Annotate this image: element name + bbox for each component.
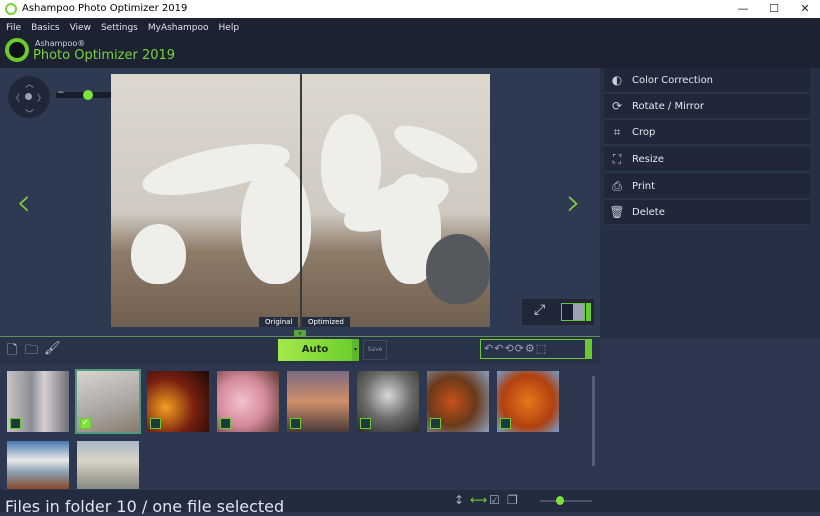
menu-bar: File Basics View Settings MyAshampoo Help [0, 18, 820, 38]
brand-company: Ashampoo® [35, 39, 86, 48]
thumbnail-landscape-sky[interactable] [7, 441, 69, 489]
original-label: Original [259, 317, 299, 327]
crop-icon: ⌗ [613, 124, 621, 139]
tools-panel: ◐ Color Correction ⟳ Rotate / Mirror ⌗ Crop… [600, 68, 820, 338]
crop-button[interactable]: ⌗ Crop [604, 120, 810, 145]
thumbnail-checkbox[interactable] [220, 418, 231, 429]
maximize-button[interactable]: ☐ [764, 2, 784, 16]
save-button[interactable]: Save [363, 340, 387, 360]
resize-button[interactable]: ⛶ Resize [604, 147, 810, 172]
horizontal-layout-icon[interactable]: ⟷ [470, 493, 487, 507]
thumbnail-skyscrapers[interactable] [7, 371, 69, 432]
thumbnail-seagulls[interactable]: ✓ [75, 369, 141, 434]
delete-icon: 🗑 [609, 205, 625, 219]
window-title: Ashampoo Photo Optimizer 2019 [22, 3, 188, 14]
rotate-icon: ⟳ [611, 99, 623, 113]
vertical-layout-icon[interactable]: ↕ [454, 493, 464, 507]
rotate-right-icon[interactable]: ⟳ [515, 342, 525, 355]
zoom-out-icon[interactable]: − [57, 88, 65, 98]
menu-view[interactable]: View [70, 23, 91, 33]
thumbnail-checkbox[interactable] [360, 418, 371, 429]
undo-all-icon[interactable]: ↶ [494, 342, 504, 355]
edit-actions-group: ↶↶⟲⟳⚙⬚ [480, 339, 586, 359]
thumbnail-checkbox[interactable] [10, 418, 21, 429]
menu-file[interactable]: File [6, 23, 21, 33]
menu-settings[interactable]: Settings [101, 23, 138, 33]
filmstrip-scrollbar[interactable] [592, 376, 595, 466]
optimized-label: Optimized [302, 317, 350, 327]
minimize-button[interactable]: — [733, 2, 753, 16]
filmstrip: ✓ [0, 364, 600, 490]
thumbnail-size-handle[interactable] [556, 496, 564, 505]
brand-product: Photo Optimizer 2019 [33, 48, 176, 63]
delete-button[interactable]: 🗑 Delete [604, 200, 810, 225]
status-text: Files in folder 10 / one file selected [5, 497, 285, 516]
copy-pages-icon[interactable]: ❐ [507, 493, 518, 507]
color-correction-icon: ◐ [611, 73, 623, 87]
app-logo-icon [5, 3, 17, 15]
compare-divider[interactable] [300, 74, 302, 327]
menu-myashampoo[interactable]: MyAshampoo [148, 23, 209, 33]
rotate-mirror-button[interactable]: ⟳ Rotate / Mirror [604, 94, 810, 119]
open-folder-icon[interactable]: 🗀 [25, 341, 38, 363]
thumbnail-autumn-leaves[interactable] [497, 371, 559, 432]
menu-help[interactable]: Help [219, 23, 240, 33]
select-area-icon[interactable]: ⬚ [536, 342, 547, 355]
open-file-icon[interactable]: 🗋 [7, 341, 17, 363]
print-icon: ⎙ [612, 178, 622, 193]
edit-actions-dropdown[interactable] [586, 339, 592, 359]
thumbnail-night-city[interactable] [147, 371, 209, 432]
menu-basics[interactable]: Basics [31, 23, 60, 33]
thumbnail-bridge-sunset[interactable] [287, 371, 349, 432]
split-view-dropdown[interactable] [586, 303, 591, 321]
auto-optimize-dropdown[interactable]: ▾ [352, 339, 359, 361]
resize-icon: ⛶ [612, 151, 622, 166]
pan-navigator[interactable]: ︿ ﹀ 〈〉 [8, 76, 50, 120]
thumbnail-building[interactable] [77, 441, 139, 489]
print-button[interactable]: ⎙ Print [604, 174, 810, 199]
fullscreen-icon[interactable]: ⤢ [534, 302, 545, 318]
thumbnail-checkbox[interactable]: ✓ [80, 418, 91, 429]
previous-image-button[interactable]: ‹ [16, 180, 31, 224]
thumbnail-checkbox[interactable] [290, 418, 301, 429]
color-correction-button[interactable]: ◐ Color Correction [604, 68, 810, 93]
collapse-filmstrip-toggle[interactable]: v [294, 330, 306, 337]
thumbnail-size-slider[interactable] [540, 500, 592, 502]
thumbnail-checkbox[interactable] [430, 418, 441, 429]
title-bar: Ashampoo Photo Optimizer 2019 — ☐ ✕ [0, 0, 820, 18]
thumbnail-autumn-tree[interactable] [427, 371, 489, 432]
select-all-icon[interactable]: ☑ [489, 493, 500, 507]
thumbnail-checkbox[interactable] [500, 418, 511, 429]
brand-logo-icon [5, 38, 29, 62]
settings-gear-icon[interactable]: ⚙ [525, 342, 536, 355]
rotate-left-icon[interactable]: ⟲ [504, 342, 514, 355]
next-image-button[interactable]: › [566, 180, 581, 224]
zoom-slider-handle[interactable] [83, 90, 93, 100]
clear-brush-icon[interactable]: 🖌 [44, 341, 61, 356]
thumbnail-clouds[interactable] [357, 371, 419, 432]
undo-icon[interactable]: ↶ [484, 342, 494, 355]
view-controls: ⤢ [522, 299, 594, 325]
auto-optimize-button[interactable]: Auto optimize [278, 339, 352, 377]
split-view-toggle[interactable] [561, 303, 585, 321]
close-button[interactable]: ✕ [795, 2, 815, 16]
thumbnail-checkbox[interactable] [150, 418, 161, 429]
thumbnail-cherry-blossom[interactable] [217, 371, 279, 432]
